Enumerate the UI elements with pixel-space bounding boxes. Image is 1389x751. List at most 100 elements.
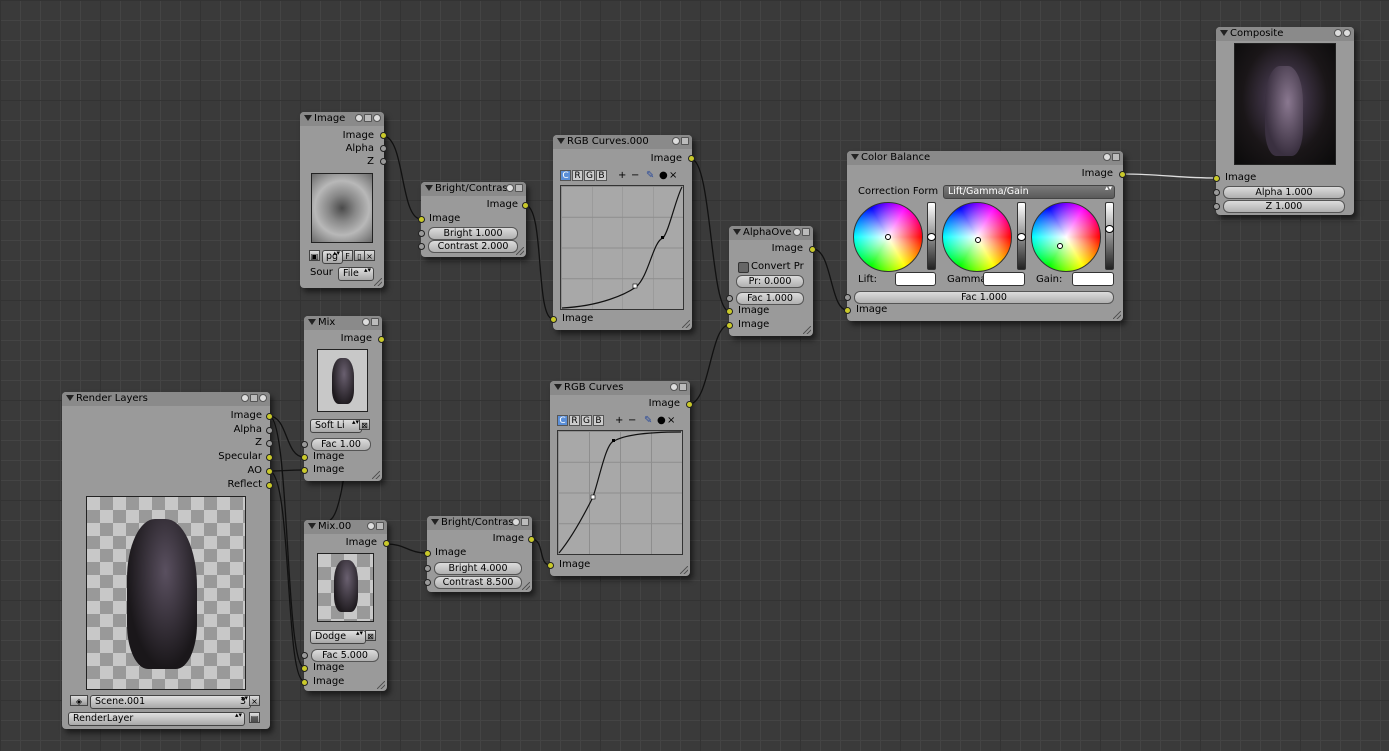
lift-color-swatch[interactable] (895, 272, 936, 286)
zoom-in-icon[interactable]: + (618, 170, 626, 181)
use-alpha-icon[interactable]: ⊠ (365, 630, 376, 641)
input-socket-z[interactable] (1213, 203, 1220, 210)
output-socket-image[interactable] (383, 540, 390, 547)
handle-type-icon[interactable]: ● (657, 415, 666, 426)
collapse-triangle-icon[interactable] (733, 229, 741, 235)
handle-type-icon[interactable]: ● (659, 170, 668, 181)
node-menu-icon[interactable] (259, 394, 267, 402)
node-header[interactable]: Image (300, 112, 384, 126)
rgb-curves-node[interactable]: RGB Curves Image C R G B + − ✎ ● × Image (547, 381, 693, 576)
preview-toggle-icon[interactable] (512, 518, 520, 526)
input-socket-contrast[interactable] (424, 579, 431, 586)
output-socket-z[interactable] (380, 158, 387, 165)
premul-field[interactable]: Pr: 0.000 (736, 275, 804, 288)
output-socket-specular[interactable] (266, 454, 273, 461)
node-header[interactable]: Bright/Contras (427, 516, 532, 530)
resize-handle[interactable] (516, 247, 524, 255)
lift-wheel-cursor[interactable] (885, 234, 891, 240)
input-socket-contrast[interactable] (418, 243, 425, 250)
gain-slider-knob[interactable] (1105, 225, 1114, 233)
output-socket-image[interactable] (688, 155, 695, 162)
convert-premul-checkbox[interactable] (738, 262, 749, 273)
image-node[interactable]: Image Image Alpha Z ▣ pg F ▯ × Sour File (300, 112, 387, 288)
channel-g-button[interactable]: G (584, 170, 595, 181)
input-socket-image[interactable] (844, 307, 851, 314)
input-socket-fac[interactable] (301, 441, 308, 448)
correction-formula-dropdown[interactable]: Lift/Gamma/Gain (943, 185, 1115, 199)
options-toggle-icon[interactable] (681, 137, 689, 145)
options-toggle-icon[interactable] (250, 394, 258, 402)
resize-handle[interactable] (372, 471, 380, 479)
collapse-triangle-icon[interactable] (308, 523, 316, 529)
curve-editor[interactable] (560, 185, 684, 310)
options-toggle-icon[interactable] (364, 114, 372, 122)
collapse-triangle-icon[interactable] (431, 519, 439, 525)
mix-node[interactable]: Mix Image Soft Li ⊠ Fac 1.00 Image Image (301, 316, 385, 481)
preview-toggle-icon[interactable] (1103, 153, 1111, 161)
resize-handle[interactable] (522, 582, 530, 590)
channel-c-button[interactable]: C (560, 170, 571, 181)
lift-value-slider[interactable] (927, 202, 936, 270)
fac-field[interactable]: Fac 1.000 (854, 291, 1114, 304)
input-socket-image[interactable] (418, 216, 425, 223)
alpha-field[interactable]: Alpha 1.000 (1223, 186, 1345, 199)
preview-toggle-icon[interactable] (670, 383, 678, 391)
blend-mode-dropdown[interactable]: Dodge (310, 630, 366, 644)
output-socket-z[interactable] (266, 440, 273, 447)
collapse-triangle-icon[interactable] (425, 185, 433, 191)
preview-toggle-icon[interactable] (672, 137, 680, 145)
input-socket-image-1[interactable] (301, 665, 308, 672)
output-socket-image[interactable] (809, 246, 816, 253)
collapse-triangle-icon[interactable] (66, 395, 74, 401)
contrast-field[interactable]: Contrast 8.500 (434, 576, 522, 589)
node-header[interactable]: Render Layers (62, 392, 270, 406)
image-unlink-icon[interactable]: × (364, 250, 375, 261)
input-socket-image-1[interactable] (301, 454, 308, 461)
options-toggle-icon[interactable] (371, 318, 379, 326)
node-header[interactable]: Mix (304, 316, 382, 330)
composite-node[interactable]: Composite Image Alpha 1.000 Z 1.000 (1213, 27, 1354, 215)
preview-toggle-icon[interactable] (506, 184, 514, 192)
options-toggle-icon[interactable] (1112, 153, 1120, 161)
scene-name-field[interactable]: Scene.001 3 (90, 695, 251, 709)
input-socket-image-2[interactable] (726, 322, 733, 329)
resize-handle[interactable] (803, 326, 811, 334)
input-socket-fac[interactable] (844, 294, 851, 301)
output-socket-image[interactable] (522, 202, 529, 209)
fac-field[interactable]: Fac 1.00 (311, 438, 371, 451)
resize-handle[interactable] (680, 566, 688, 574)
zoom-out-icon[interactable]: − (631, 170, 639, 181)
input-socket-image[interactable] (424, 550, 431, 557)
node-menu-icon[interactable] (1343, 29, 1351, 37)
options-toggle-icon[interactable] (376, 522, 384, 530)
input-socket-fac[interactable] (726, 295, 733, 302)
channel-c-button[interactable]: C (557, 415, 568, 426)
output-socket-ao[interactable] (266, 468, 273, 475)
gamma-color-swatch[interactable] (983, 272, 1025, 286)
gain-color-swatch[interactable] (1072, 272, 1114, 286)
input-socket-image[interactable] (1213, 175, 1220, 182)
collapse-triangle-icon[interactable] (557, 138, 565, 144)
bright-contrast-2-node[interactable]: Bright/Contras Image Image Bright 4.000 … (424, 516, 535, 592)
collapse-triangle-icon[interactable] (1220, 30, 1228, 36)
output-socket-alpha[interactable] (380, 145, 387, 152)
delete-point-icon[interactable]: × (669, 170, 677, 181)
collapse-triangle-icon[interactable] (554, 384, 562, 390)
preview-toggle-icon[interactable] (241, 394, 249, 402)
output-socket-alpha[interactable] (266, 427, 273, 434)
image-datablock-icon[interactable]: ▣ (309, 250, 320, 261)
input-socket-fac[interactable] (301, 652, 308, 659)
output-socket-image[interactable] (266, 413, 273, 420)
node-menu-icon[interactable] (373, 114, 381, 122)
input-socket-bright[interactable] (424, 565, 431, 572)
input-socket-bright[interactable] (418, 230, 425, 237)
input-socket-image-2[interactable] (301, 467, 308, 474)
input-socket-image[interactable] (547, 562, 554, 569)
fac-field[interactable]: Fac 5.000 (311, 649, 379, 662)
use-alpha-icon[interactable]: ⊠ (359, 419, 370, 430)
collapse-triangle-icon[interactable] (308, 319, 316, 325)
scene-unlink-icon[interactable]: × (249, 695, 260, 706)
scene-browse-icon[interactable]: ◈ (70, 695, 88, 706)
node-header[interactable]: RGB Curves (550, 381, 690, 395)
preview-toggle-icon[interactable] (355, 114, 363, 122)
